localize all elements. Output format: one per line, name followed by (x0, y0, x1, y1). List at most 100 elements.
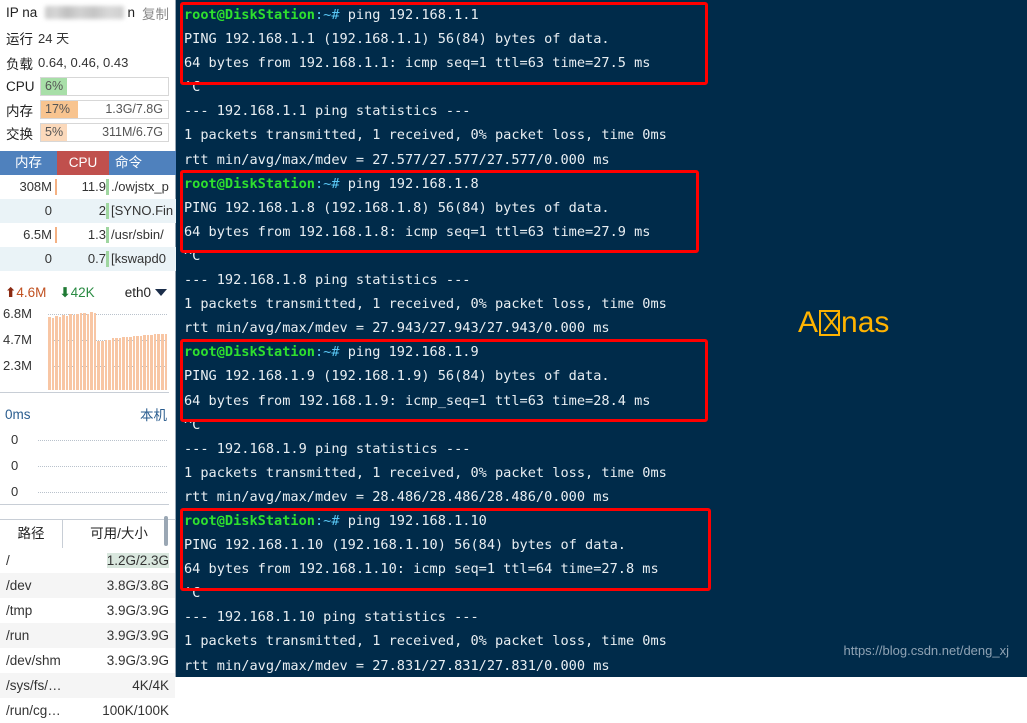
filesystem-row[interactable]: / 1.2G/2.3G (0, 548, 175, 573)
gauge-label: CPU (6, 79, 35, 94)
network-bar (55, 316, 58, 390)
network-bar (83, 312, 86, 390)
gauge-percent: 5% (45, 125, 64, 139)
terminal-output: root@DiskStation:~# ping 192.168.1.1 PING… (184, 3, 1027, 677)
terminal-prompt-line: root@DiskStation:~# ping 192.168.1.1 (184, 3, 1027, 27)
terminal-prompt-symbol: :~# (314, 7, 348, 23)
col-header-path[interactable]: 路径 (0, 520, 62, 548)
terminal-output-line: --- 192.168.1.1 ping statistics --- (184, 103, 471, 120)
network-bar (122, 337, 125, 390)
terminal-prompt-line: root@DiskStation:~# ping 192.168.1.9 (184, 340, 1027, 364)
interface-label: eth0 (124, 285, 151, 300)
terminal-output-line: 64 bytes from 192.168.1.1: icmp seq=1 tt… (184, 55, 651, 72)
network-bar (51, 318, 55, 390)
filesystem-usage: 1.2G/2.3G (106, 553, 169, 568)
gauge-bar: 17% 1.3G/7.8G (40, 100, 169, 119)
process-cpu: 0.7 (57, 247, 109, 271)
gauge-bar: 6% (40, 77, 169, 96)
filesystem-usage: 3.9G/3.9G (106, 653, 169, 668)
terminal-output-line: 1 packets transmitted, 1 received, 0% pa… (184, 464, 667, 481)
brand-text-a: A (798, 306, 819, 339)
terminal-output-line: PING 192.168.1.10 (192.168.1.10) 56(84) … (184, 537, 626, 554)
ip-address-row: IP na n 复制 (0, 0, 175, 25)
terminal-prompt-symbol: :~# (314, 175, 348, 192)
network-bar (153, 334, 157, 390)
ping-ytick-2: 0 (11, 484, 19, 499)
uptime-value: 24 天 (38, 31, 70, 46)
network-bar (79, 312, 83, 390)
uptime-row: 运行 24 天 (0, 25, 175, 50)
uptime-label: 运行 (6, 31, 33, 47)
network-bar (100, 340, 104, 390)
col-header-cpu[interactable]: CPU (57, 151, 109, 175)
process-memory: 0 (44, 203, 52, 218)
process-command: ./owjstx_p (111, 179, 169, 194)
process-row[interactable]: 0 2 [SYNO.Fin (0, 199, 176, 223)
terminal-output-line: 64 bytes from 192.168.1.9: icmp_seq=1 tt… (184, 392, 651, 409)
terminal-output-line: --- 192.168.1.10 ping statistics --- (184, 609, 479, 626)
gauge-amount: 1.3G/7.8G (105, 102, 163, 116)
terminal-output-line: 1 packets transmitted, 1 received, 0% pa… (184, 296, 667, 313)
ping-ytick-1: 0 (11, 458, 19, 473)
ip-address-tail: n (127, 5, 135, 20)
interface-selector[interactable]: eth0 (125, 285, 167, 300)
terminal-prompt-symbol: :~# (314, 344, 348, 361)
network-ytick-2: 2.3M (3, 358, 32, 373)
col-header-memory[interactable]: 内存 (0, 151, 57, 175)
terminal-prompt-user: root@DiskStation (184, 7, 315, 23)
network-bar (48, 317, 51, 390)
col-header-usage[interactable]: 可用/大小 (62, 520, 175, 548)
ping-host-label[interactable]: 本机 (140, 404, 167, 424)
ip-label: IP na (6, 5, 38, 20)
network-bar (115, 338, 118, 390)
filesystem-path: /run/cg… (6, 703, 61, 718)
copy-ip-button[interactable]: 复制 (142, 3, 169, 23)
network-chart: 6.8M 4.7M 2.3M (0, 304, 169, 393)
brand-text-b: nas (841, 306, 890, 339)
process-row[interactable]: 6.5M 1.3/usr/sbin/ (0, 223, 176, 247)
gauge-label: 交换 (6, 126, 33, 142)
terminal-output-line: rtt min/avg/max/mdev = 28.486/28.486/28.… (184, 488, 610, 505)
process-command: [kswapd0 (111, 251, 166, 266)
filesystem-row[interactable]: /run 3.9G/3.9G (0, 623, 175, 648)
network-bar (146, 335, 150, 390)
terminal-prompt-line: root@DiskStation:~# ping 192.168.1.10 (184, 509, 1027, 533)
ip-address-redacted (45, 6, 125, 19)
terminal-command: ping 192.168.1.8 (347, 175, 479, 192)
terminal-command: ping 192.168.1.10 (347, 512, 487, 529)
network-header: ⬆ 4.6M ⬇ 42K eth0 (0, 281, 175, 304)
terminal-output-line: rtt min/avg/max/mdev = 27.577/27.577/27.… (184, 151, 610, 168)
network-bar (161, 334, 164, 390)
upload-value: 4.6M (16, 285, 47, 300)
terminal-prompt-user: root@DiskStation (184, 344, 315, 361)
filesystem-row[interactable]: /run/cg… 100K/100K (0, 698, 175, 723)
resource-gauges: CPU 6% 内存 17% 1.3G/7.8G 交换 5% 311M/6.7G (0, 75, 175, 144)
process-row[interactable]: 308M 11.9 ./owjstx_p (0, 175, 176, 199)
terminal-output-line: 1 packets transmitted, 1 received, 0% pa… (184, 127, 667, 144)
gauge-bar: 5% 311M/6.7G (40, 123, 169, 142)
terminal-pane[interactable]: root@DiskStation:~# ping 192.168.1.1 PING… (176, 0, 1027, 677)
sidebar-scrollbar[interactable] (164, 516, 168, 546)
network-bar (76, 313, 79, 390)
network-bar (72, 314, 76, 390)
filesystem-table: 路径 可用/大小 / 1.2G/2.3G/dev 3.8G/3.8G/tmp 3.9G… (0, 519, 175, 723)
terminal-prompt-line: root@DiskStation:~# ping 192.168.1.8 (184, 172, 1027, 196)
network-bar (132, 336, 136, 390)
terminal-output-line: ^C (184, 416, 201, 433)
gauge-percent: 17% (45, 102, 71, 116)
network-chart-y-axis: 6.8M 4.7M 2.3M (3, 304, 47, 392)
process-row[interactable]: 0 0.7 [kswapd0 (0, 247, 176, 271)
filesystem-row[interactable]: /dev/shm 3.9G/3.9G (0, 648, 175, 673)
load-label: 负载 (6, 56, 33, 72)
network-bar (62, 314, 65, 390)
filesystem-row[interactable]: /tmp 3.9G/3.9G (0, 598, 175, 623)
filesystem-row[interactable]: /dev 3.8G/3.8G (0, 573, 175, 598)
download-value: 42K (70, 285, 95, 300)
process-cpu: 2 (57, 199, 109, 223)
col-header-command[interactable]: 命令 (109, 151, 176, 175)
network-bar (136, 336, 139, 390)
filesystem-usage: 3.9G/3.9G (106, 603, 169, 618)
chevron-down-icon (155, 289, 167, 296)
terminal-prompt-user: root@DiskStation (184, 175, 315, 192)
network-bar (129, 337, 132, 390)
